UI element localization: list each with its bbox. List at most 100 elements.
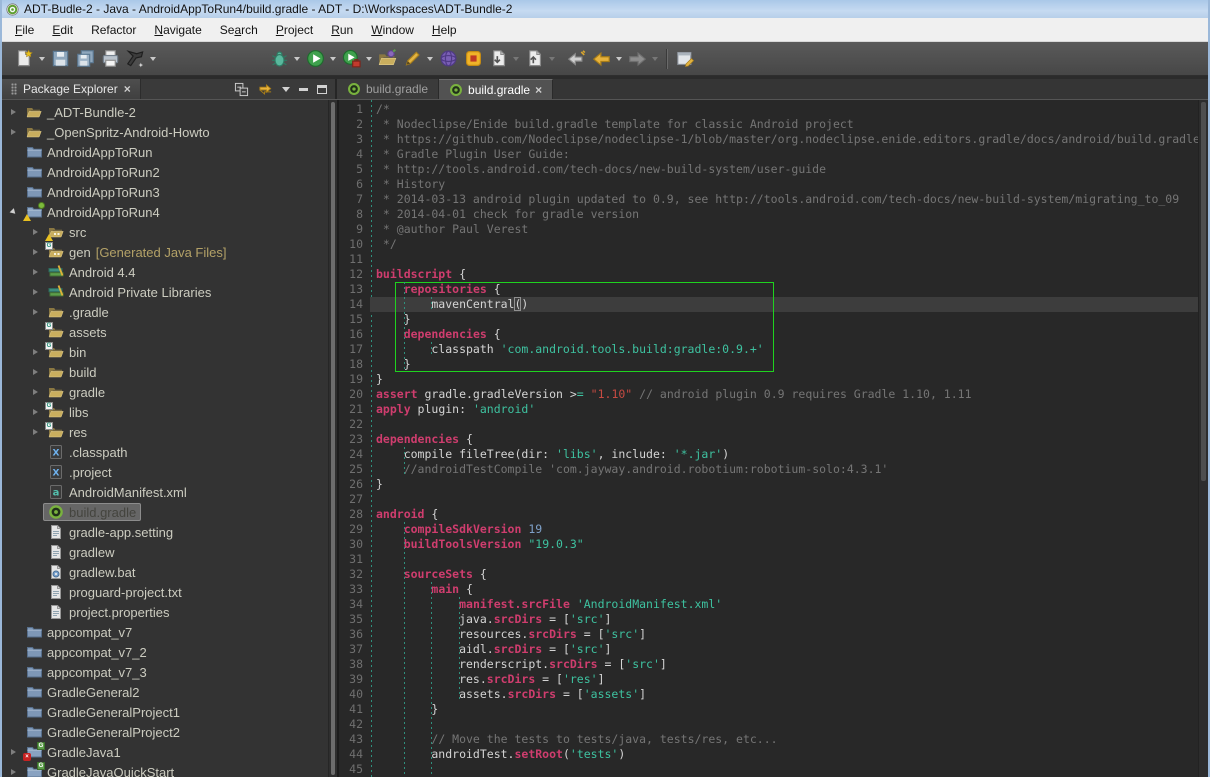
tree-item-gradle[interactable]: .gradle [2,302,328,322]
tree-item-project[interactable]: .project [2,462,328,482]
pin-editor-button[interactable] [673,46,698,72]
tree-collapsed-arrow[interactable] [28,429,43,435]
tree-item-android-4-4[interactable]: Android 4.4 [2,262,328,282]
lint-pen-dropdown[interactable] [427,57,433,61]
tree-item-libs[interactable]: Glibs [2,402,328,422]
tree-item-res[interactable]: Gres [2,422,328,442]
editor-tab-build-gradle-2[interactable]: build.gradle× [439,79,553,99]
debug-button[interactable] [267,46,292,72]
tree-item-gradle[interactable]: gradle [2,382,328,402]
tree-collapsed-arrow[interactable] [28,409,43,415]
tree-collapsed-arrow[interactable] [6,109,21,115]
new-dropdown[interactable] [39,57,45,61]
tree-collapsed-arrow[interactable] [6,769,21,775]
print-button[interactable] [98,46,123,72]
previous-annotation-button[interactable] [522,46,547,72]
back-dropdown[interactable] [616,57,622,61]
tree-item-gradlegeneralproject1[interactable]: GradleGeneralProject1 [2,702,328,722]
tree-item-androidapptorun3[interactable]: AndroidAppToRun3 [2,182,328,202]
menu-window[interactable]: Window [362,20,423,40]
save-button[interactable] [48,46,73,72]
menu-navigate[interactable]: Navigate [145,20,210,40]
tree-item-androidapptorun[interactable]: AndroidAppToRun [2,142,328,162]
forward-dropdown[interactable] [652,57,658,61]
run-external-tools-button[interactable] [339,46,364,72]
menu-run[interactable]: Run [322,20,362,40]
tree-item-proguard-project-txt[interactable]: proguard-project.txt [2,582,328,602]
tree-scrollbar-thumb[interactable] [331,102,335,775]
tree-item-project-properties[interactable]: project.properties [2,602,328,622]
line-number-gutter[interactable]: 1234567891011121314151617181920212223242… [339,100,370,777]
tree-item-gradle-app-setting[interactable]: gradle-app.setting [2,522,328,542]
run-button[interactable] [303,46,328,72]
tree-item-appcompat-v7[interactable]: appcompat_v7 [2,622,328,642]
tree-item-build[interactable]: build [2,362,328,382]
lint-pen-button[interactable] [400,46,425,72]
tree-item-gradlew-bat[interactable]: gradlew.bat [2,562,328,582]
menu-project[interactable]: Project [267,20,322,40]
close-view-icon[interactable]: × [124,83,131,95]
tree-item-androidapptorun2[interactable]: AndroidAppToRun2 [2,162,328,182]
tree-collapsed-arrow[interactable] [28,229,43,235]
tree-scrollbar[interactable] [328,100,337,777]
minimize-view-button[interactable] [299,88,308,91]
tree-item-gradlegeneral2[interactable]: GradleGeneral2 [2,682,328,702]
tree-item-classpath[interactable]: .classpath [2,442,328,462]
tree-item-adt-bundle-2[interactable]: _ADT-Bundle-2 [2,102,328,122]
device-monitor-button[interactable] [436,46,461,72]
tree-item-assets[interactable]: Gassets [2,322,328,342]
tree-collapsed-arrow[interactable] [28,249,43,255]
tree-item-appcompat-v7-2[interactable]: appcompat_v7_2 [2,642,328,662]
maximize-view-button[interactable] [317,85,327,94]
link-with-editor-button[interactable] [258,82,273,97]
tree-collapsed-arrow[interactable] [28,289,43,295]
next-annotation-dropdown[interactable] [513,57,519,61]
previous-annotation-dropdown[interactable] [549,57,555,61]
last-edit-location-button[interactable] [564,46,589,72]
menu-edit[interactable]: Edit [43,20,82,40]
editor-tab-build-gradle-1[interactable]: build.gradle [337,79,439,99]
tree-item-androidapptorun4[interactable]: AndroidAppToRun4 [2,202,328,222]
tree-item-src[interactable]: src [2,222,328,242]
tree-expanded-arrow[interactable] [6,209,21,215]
code-area[interactable]: /* * Nodeclipse/Enide build.gradle templ… [370,100,1198,777]
save-all-button[interactable] [73,46,98,72]
editor-scrollbar-thumb[interactable] [1201,102,1206,481]
tree-collapsed-arrow[interactable] [28,349,43,355]
tree-collapsed-arrow[interactable] [6,749,21,755]
next-annotation-button[interactable] [486,46,511,72]
collapse-all-button[interactable] [234,82,249,97]
tree-item-bin[interactable]: Gbin [2,342,328,362]
android-sdk-manager-button[interactable] [375,46,400,72]
search-button[interactable] [123,46,148,72]
tree-collapsed-arrow[interactable] [28,309,43,315]
search-dropdown[interactable] [150,57,156,61]
tree-collapsed-arrow[interactable] [6,129,21,135]
tree-item-openspritz-android-howto[interactable]: _OpenSpritz-Android-Howto [2,122,328,142]
run-dropdown[interactable] [330,57,336,61]
avd-manager-button[interactable] [461,46,486,72]
menu-help[interactable]: Help [423,20,466,40]
tree-item-gradlegeneralproject2[interactable]: GradleGeneralProject2 [2,722,328,742]
package-explorer-tab[interactable]: Package Explorer × [2,79,141,99]
tree-collapsed-arrow[interactable] [28,269,43,275]
close-tab-icon[interactable]: × [535,84,542,96]
editor-scrollbar[interactable] [1198,100,1208,777]
tree-collapsed-arrow[interactable] [28,389,43,395]
debug-dropdown[interactable] [294,57,300,61]
tree-collapsed-arrow[interactable] [28,369,43,375]
menu-search[interactable]: Search [211,20,267,40]
tree-item-androidmanifest-xml[interactable]: AndroidManifest.xml [2,482,328,502]
back-button[interactable] [589,46,614,72]
view-menu-button[interactable] [282,87,290,92]
new-button[interactable] [12,46,37,72]
project-tree[interactable]: _ADT-Bundle-2_OpenSpritz-Android-HowtoAn… [2,100,328,777]
tree-item-build-gradle[interactable]: build.gradle [2,502,328,522]
tree-item-gradlew[interactable]: gradlew [2,542,328,562]
tree-item-appcompat-v7-3[interactable]: appcompat_v7_3 [2,662,328,682]
tree-item-android-private-libraries[interactable]: Android Private Libraries [2,282,328,302]
menu-file[interactable]: File [6,20,43,40]
menu-refactor[interactable]: Refactor [82,20,145,40]
tree-item-gen[interactable]: Ggen [Generated Java Files] [2,242,328,262]
forward-button[interactable] [625,46,650,72]
